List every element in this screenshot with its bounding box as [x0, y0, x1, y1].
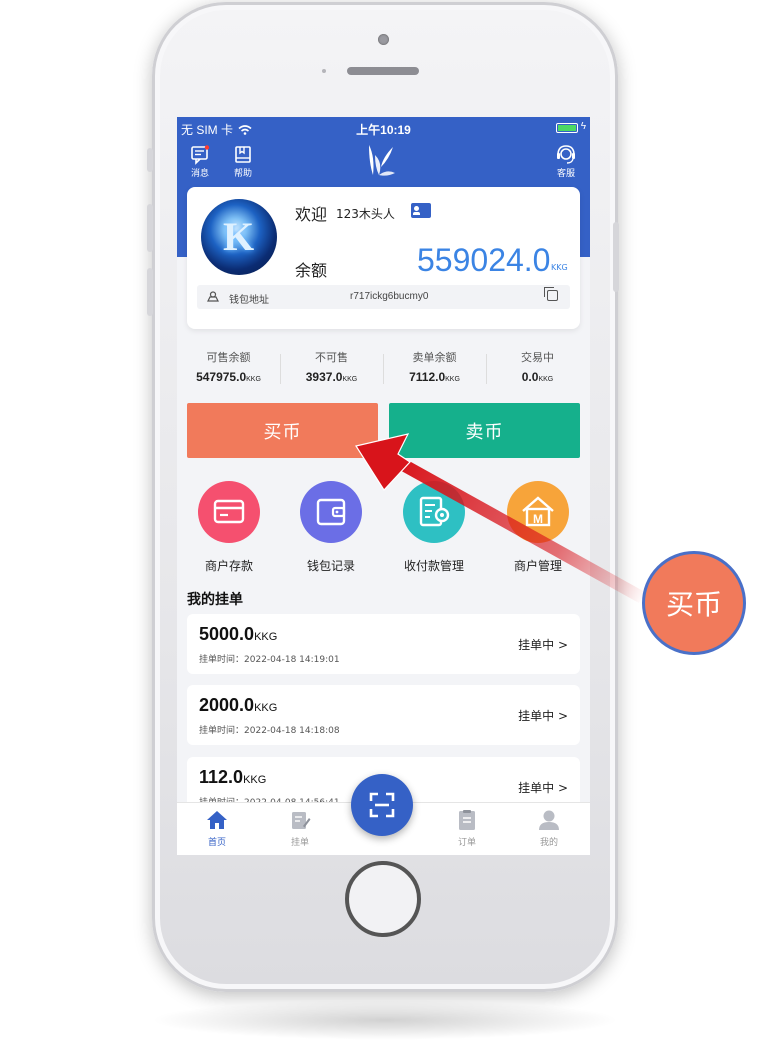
scan-icon: [369, 792, 395, 818]
help-label: 帮助: [233, 169, 252, 179]
tab-label: 挂单: [290, 838, 309, 848]
id-card-icon[interactable]: [411, 203, 431, 218]
stat-trading: 交易中 0.0KKG: [486, 349, 589, 384]
card-icon: [198, 481, 260, 543]
balance-stats: 可售余额 547975.0KKG 不可售 3937.0KKG 卖单余额 7112…: [177, 349, 590, 389]
quick-action-payment-management[interactable]: 收付款管理: [384, 481, 484, 574]
order-status[interactable]: 挂单中 >: [518, 779, 568, 796]
stat-title: 交易中: [521, 351, 554, 364]
battery-icon: [556, 123, 578, 133]
earpiece-speaker: [347, 67, 419, 75]
home-icon: [206, 809, 228, 831]
status-bar: 无 SIM 卡 上午10:19 ϟ: [177, 117, 590, 139]
home-button[interactable]: [345, 861, 421, 937]
order-status[interactable]: 挂单中 >: [518, 636, 568, 653]
front-camera: [378, 34, 389, 45]
stat-value: 7112.0KKG: [409, 370, 460, 384]
stat-value: 0.0KKG: [521, 370, 554, 384]
location-pin-icon: [207, 291, 219, 302]
tab-label: 首页: [207, 838, 226, 848]
username: 123木头人: [336, 207, 395, 221]
wallet-address-row: 钱包地址 r717ickg6bucmy0: [197, 285, 570, 309]
quick-action-label: 商户存款: [204, 559, 253, 573]
scan-button[interactable]: [351, 774, 413, 836]
order-amount: 5000.0KKG: [199, 624, 278, 644]
quick-action-label: 收付款管理: [403, 559, 464, 573]
book-icon: [232, 145, 254, 165]
order-time: 挂单时间：2022-04-18 14:18:08: [199, 726, 340, 736]
stat-unsellable: 不可售 3937.0KKG: [280, 349, 383, 384]
stat-value: 547975.0KKG: [196, 370, 261, 384]
tab-label: 订单: [457, 838, 476, 848]
wallet-address-value: r717ickg6bucmy0: [350, 291, 429, 302]
sell-coin-button[interactable]: 卖币: [389, 403, 580, 458]
avatar[interactable]: K: [201, 199, 277, 275]
order-amount: 112.0KKG: [199, 767, 267, 787]
charging-icon: ϟ: [580, 121, 586, 132]
volume-down-button: [147, 268, 153, 316]
balance-value: 559024.0: [417, 242, 551, 278]
order-card[interactable]: 2000.0KKG 挂单时间：2022-04-18 14:18:08 挂单中 >: [187, 685, 580, 745]
order-amount: 2000.0KKG: [199, 695, 278, 715]
buy-coin-button[interactable]: 买币: [187, 403, 378, 458]
status-time: 上午10:19: [356, 123, 411, 137]
tab-home[interactable]: 首页: [187, 809, 247, 848]
user-icon: [538, 809, 560, 831]
stat-value: 3937.0KKG: [305, 370, 358, 384]
quick-action-deposit[interactable]: 商户存款: [179, 481, 279, 574]
merchant-house-icon: M: [507, 481, 569, 543]
clipboard-edit-icon: [289, 809, 311, 831]
power-button: [613, 222, 619, 292]
tab-mine[interactable]: 我的: [519, 809, 579, 848]
messages-button[interactable]: 消息: [189, 145, 211, 179]
wallet-address-label: 钱包地址: [229, 295, 269, 306]
sensor-dot: [322, 69, 326, 73]
app-screen: 无 SIM 卡 上午10:19 ϟ 消息 帮助 客服 K 欢迎 123木头人 余…: [177, 117, 590, 855]
quick-action-label: 钱包记录: [306, 559, 355, 573]
tab-label: 我的: [539, 838, 558, 848]
wallet-icon: [300, 481, 362, 543]
quick-action-merchant-management[interactable]: M 商户管理: [488, 481, 588, 574]
volume-up-button: [147, 204, 153, 252]
message-icon: [189, 145, 211, 165]
buy-coin-annotation-badge: 买币: [642, 551, 746, 655]
phone-shadow: [150, 1000, 620, 1040]
tab-posted-orders[interactable]: 挂单: [270, 809, 330, 848]
stat-available: 可售余额 547975.0KKG: [177, 349, 280, 384]
stat-title: 不可售: [315, 351, 348, 364]
customer-service-button[interactable]: 客服: [555, 145, 577, 179]
mute-switch: [147, 148, 153, 172]
svg-text:M: M: [533, 512, 543, 526]
payment-settings-icon: [403, 481, 465, 543]
order-status[interactable]: 挂单中 >: [518, 707, 568, 724]
service-label: 客服: [556, 169, 575, 179]
help-button[interactable]: 帮助: [232, 145, 254, 179]
my-orders-title: 我的挂单: [187, 592, 243, 608]
order-list-icon: [456, 809, 478, 831]
messages-label: 消息: [190, 169, 209, 179]
tab-orders[interactable]: 订单: [437, 809, 497, 848]
copy-icon[interactable]: [544, 287, 558, 301]
order-time: 挂单时间：2022-04-18 14:19:01: [199, 655, 340, 665]
order-card[interactable]: 5000.0KKG 挂单时间：2022-04-18 14:19:01 挂单中 >: [187, 614, 580, 674]
quick-action-label: 商户管理: [513, 559, 562, 573]
balance-label: 余额: [295, 261, 328, 280]
headset-icon: [555, 145, 577, 165]
welcome-label: 欢迎: [295, 205, 328, 224]
quick-action-wallet-records[interactable]: 钱包记录: [281, 481, 381, 574]
stat-sell-orders: 卖单余额 7112.0KKG: [383, 349, 486, 384]
profile-card: K 欢迎 123木头人 余额 559024.0 KKG 钱包地址 r717ick…: [187, 187, 580, 329]
app-logo: [365, 143, 397, 177]
balance-unit: KKG: [551, 263, 568, 272]
stat-title: 可售余额: [206, 351, 251, 364]
stat-title: 卖单余额: [412, 351, 457, 364]
